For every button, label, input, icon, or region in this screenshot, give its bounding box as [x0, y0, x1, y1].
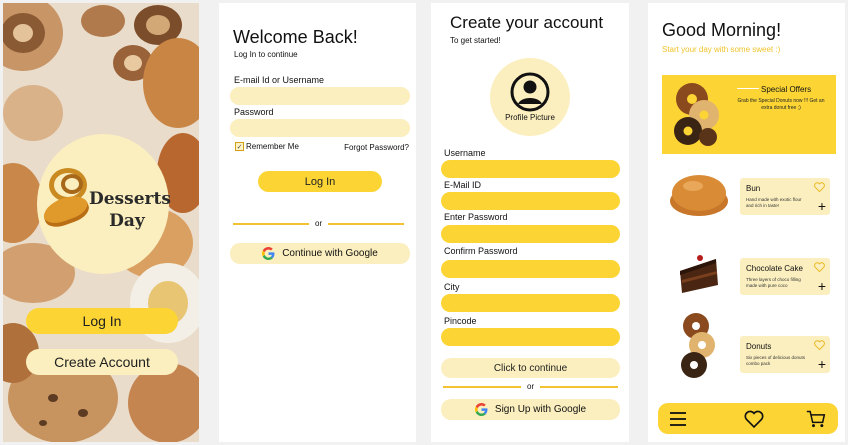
google-login-label: Continue with Google	[282, 248, 378, 259]
product-name: Donuts	[746, 342, 772, 351]
login-screen: Welcome Back! Log In to continue E-mail …	[219, 3, 416, 442]
product-card[interactable]: Donuts Six pieces of delicious donuts co…	[740, 336, 830, 373]
google-icon	[474, 403, 488, 416]
username-field[interactable]	[441, 160, 620, 178]
login-button[interactable]: Log In	[26, 308, 178, 334]
google-signup-button[interactable]: Sign Up with Google	[441, 399, 620, 420]
or-label: or	[527, 382, 535, 391]
add-to-cart-icon[interactable]: +	[818, 357, 826, 371]
cart-icon[interactable]	[806, 409, 826, 429]
google-login-button[interactable]: Continue with Google	[230, 243, 410, 264]
divider-line	[233, 222, 309, 225]
pincode-field[interactable]	[441, 328, 620, 346]
product-name: Chocolate Cake	[746, 264, 803, 273]
greeting-subtitle: Start your day with some sweet :)	[662, 45, 781, 54]
special-offer-banner[interactable]: Special Offers Grab the Special Donuts n…	[662, 75, 836, 154]
product-card[interactable]: Chocolate Cake Three layers of choco fil…	[740, 258, 830, 295]
google-icon	[262, 247, 275, 260]
city-label: City	[444, 282, 460, 292]
username-label: Username	[444, 148, 486, 158]
product-description: Hand made with exotic flour and rich in …	[746, 197, 802, 208]
product-description: Six pieces of delicious donuts combo pac…	[746, 355, 806, 366]
password-label: Enter Password	[444, 212, 508, 222]
confirm-password-label: Confirm Password	[444, 246, 518, 256]
product-name: Bun	[746, 184, 761, 193]
divider-line	[443, 385, 521, 388]
home-screen: Good Morning! Start your day with some s…	[648, 3, 845, 442]
brand-name-line2: Day	[109, 211, 145, 231]
offer-description: Grab the Special Donuts now !!! Get an e…	[737, 98, 825, 111]
brand-name-line1: Desserts	[89, 189, 171, 209]
password-field[interactable]	[230, 119, 410, 137]
or-label: or	[315, 219, 323, 228]
bottom-nav	[658, 403, 838, 434]
create-account-button[interactable]: Create Account	[26, 349, 178, 375]
offer-title: Special Offers	[761, 85, 812, 94]
email-label: E-mail Id or Username	[234, 75, 325, 85]
page-subtitle: Log In to continue	[234, 50, 298, 59]
croissant-icon	[39, 190, 93, 232]
divider-line	[328, 222, 405, 225]
google-signup-label: Sign Up with Google	[494, 404, 587, 415]
city-field[interactable]	[441, 294, 620, 312]
brand-logo: Desserts Day	[37, 134, 171, 274]
forgot-password-link[interactable]: Forgot Password?	[344, 143, 409, 152]
product-card[interactable]: Bun Hand made with exotic flour and rich…	[740, 178, 830, 215]
profile-picture-label: Profile Picture	[505, 113, 555, 122]
password-label: Password	[234, 107, 274, 117]
remember-me-row[interactable]: ✓ Remember Me	[235, 142, 299, 151]
remember-me-checkbox[interactable]: ✓	[235, 142, 244, 151]
splash-screen: Desserts Day Log In Create Account	[3, 3, 199, 442]
password-field[interactable]	[441, 225, 620, 243]
chocolate-cake-image	[680, 255, 718, 293]
add-to-cart-icon[interactable]: +	[818, 279, 826, 293]
email-field[interactable]	[230, 87, 410, 105]
pretzel-icon-inner	[61, 174, 83, 194]
profile-picture-picker[interactable]: Profile Picture	[490, 58, 570, 136]
product-description: Three layers of choco filling made with …	[746, 277, 801, 288]
email-field[interactable]	[441, 192, 620, 210]
continue-button[interactable]: Click to continue	[441, 358, 620, 378]
donuts-image	[681, 313, 715, 378]
heart-icon[interactable]	[744, 409, 764, 429]
page-subtitle: To get started!	[450, 36, 501, 45]
heart-icon[interactable]	[814, 262, 825, 272]
pincode-label: Pincode	[444, 316, 477, 326]
page-title: Create your account	[450, 13, 604, 32]
page-title: Welcome Back!	[233, 27, 358, 47]
login-submit-button[interactable]: Log In	[258, 171, 382, 192]
offer-divider	[737, 88, 759, 89]
heart-icon[interactable]	[814, 340, 825, 350]
user-avatar-icon	[510, 72, 550, 112]
heart-icon[interactable]	[814, 182, 825, 192]
remember-me-label: Remember Me	[246, 142, 299, 151]
confirm-password-field[interactable]	[441, 260, 620, 278]
add-to-cart-icon[interactable]: +	[818, 199, 826, 213]
register-screen: Create your account To get started! Prof…	[431, 3, 629, 442]
menu-icon[interactable]	[668, 409, 688, 429]
bun-image	[670, 175, 728, 216]
divider-line	[540, 385, 619, 388]
donuts-image	[674, 83, 719, 146]
or-divider: or	[233, 219, 405, 228]
or-divider: or	[443, 382, 619, 391]
email-label: E-Mail ID	[444, 180, 482, 190]
greeting-title: Good Morning!	[662, 20, 782, 40]
